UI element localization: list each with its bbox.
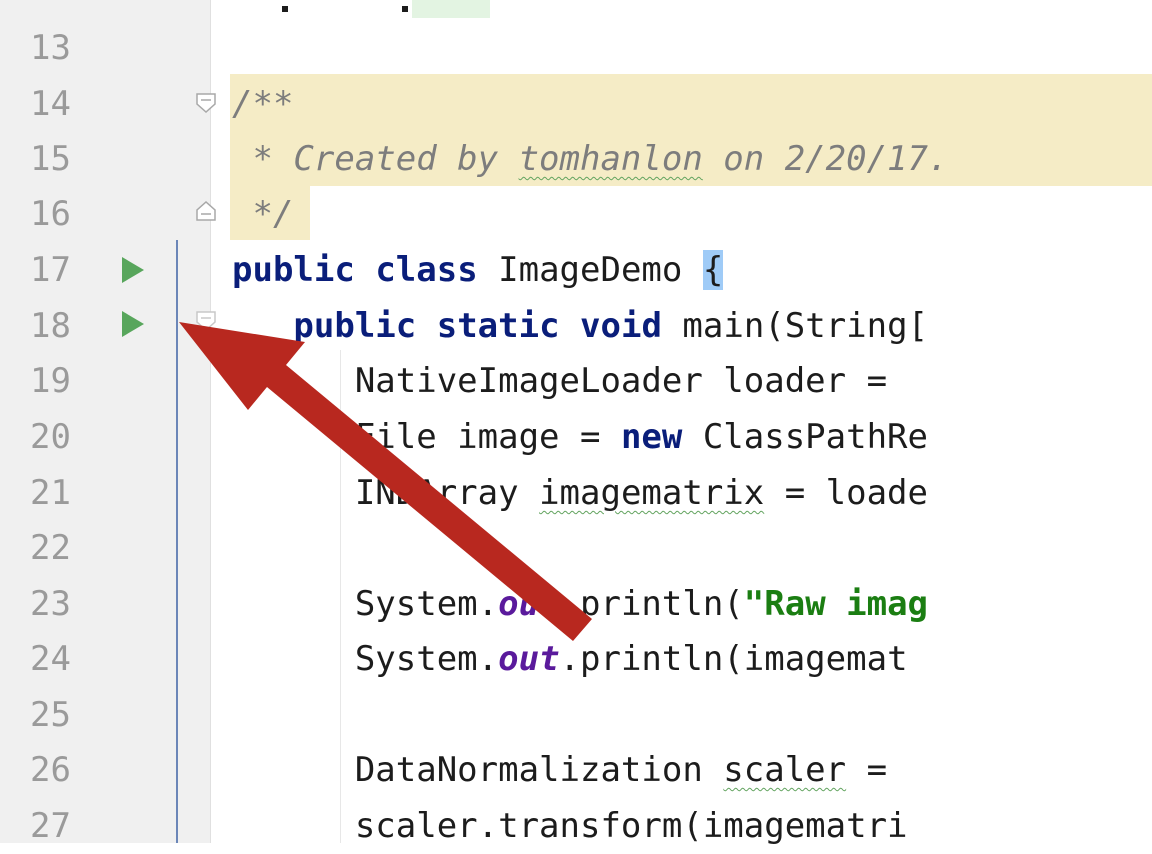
code-fragment xyxy=(282,6,288,12)
class-name: ImageDemo xyxy=(477,250,703,290)
run-marker-separator xyxy=(176,240,178,843)
code-fragment xyxy=(402,6,408,12)
line-number: 22 xyxy=(30,528,71,568)
code-line-23[interactable]: System.out.println("Raw imag xyxy=(232,576,928,632)
keyword: class xyxy=(375,250,478,290)
fold-collapse-icon[interactable] xyxy=(195,92,217,114)
comment-text: * Created by xyxy=(232,139,519,179)
gutter-separator xyxy=(210,0,211,843)
comment-text: */ xyxy=(232,194,294,234)
code-text: scaler.transform(imagematri xyxy=(354,806,908,846)
line-number: 13 xyxy=(30,28,71,68)
fold-collapse-icon[interactable] xyxy=(195,310,217,332)
code-line-18[interactable]: public static void main(String[ xyxy=(232,298,928,354)
code-line-21[interactable]: INDArray imagematrix = loade xyxy=(232,465,928,521)
code-text: INDArray xyxy=(354,473,540,513)
line-number: 19 xyxy=(30,361,71,401)
code-text: System. xyxy=(354,584,499,624)
code-text: ClassPathRe xyxy=(682,417,928,457)
static-field: out xyxy=(498,639,560,679)
line-number: 17 xyxy=(30,250,71,290)
code-text: System. xyxy=(354,639,499,679)
line-number: 25 xyxy=(30,695,71,735)
code-text: File image = xyxy=(354,417,621,457)
line-number: 18 xyxy=(30,306,71,346)
string-literal: "Raw imag xyxy=(743,584,929,624)
brace-match: { xyxy=(702,250,724,290)
line-number: 21 xyxy=(30,473,71,513)
line-number: 26 xyxy=(30,750,71,790)
line-number: 20 xyxy=(30,417,71,457)
variable-name: imagematrix xyxy=(539,473,765,513)
line-number: 23 xyxy=(30,584,71,624)
comment-author: tomhanlon xyxy=(518,139,703,179)
code-line-24[interactable]: System.out.println(imagemat xyxy=(232,631,908,687)
keyword: public xyxy=(232,250,355,290)
code-line-27[interactable]: scaler.transform(imagematri xyxy=(232,798,908,854)
code-line-14[interactable]: /** xyxy=(232,76,293,132)
code-line-26[interactable]: DataNormalization scaler = xyxy=(232,742,908,798)
code-line-15[interactable]: * Created by tomhanlon on 2/20/17. xyxy=(232,131,948,187)
line-number: 15 xyxy=(30,139,71,179)
fold-end-icon[interactable] xyxy=(195,200,217,222)
comment-text: /** xyxy=(232,84,294,124)
line-number: 27 xyxy=(30,806,71,846)
code-text: .println( xyxy=(559,584,744,624)
keyword: new xyxy=(620,417,683,457)
code-text: NativeImageLoader loader = xyxy=(354,361,908,401)
line-number: 16 xyxy=(30,194,71,234)
code-text: DataNormalization xyxy=(354,750,724,790)
code-line-17[interactable]: public class ImageDemo { xyxy=(232,242,724,298)
line-number: 14 xyxy=(30,84,71,124)
keyword: public xyxy=(293,306,417,346)
method-signature: main(String[ xyxy=(661,306,929,346)
comment-text: on 2/20/17. xyxy=(702,139,949,179)
variable-name: scaler xyxy=(723,750,847,790)
code-text: = loade xyxy=(764,473,928,513)
code-line-19[interactable]: NativeImageLoader loader = xyxy=(232,353,908,409)
code-text: .println(imagemat xyxy=(559,639,908,679)
keyword: static xyxy=(436,306,560,346)
run-icon[interactable] xyxy=(122,257,144,283)
code-fragment xyxy=(412,0,490,18)
code-line-16[interactable]: */ xyxy=(232,186,293,242)
code-text: = xyxy=(846,750,908,790)
line-number: 24 xyxy=(30,639,71,679)
code-line-20[interactable]: File image = new ClassPathRe xyxy=(232,409,928,465)
keyword: void xyxy=(580,306,662,346)
run-icon[interactable] xyxy=(122,311,144,337)
static-field: out xyxy=(498,584,560,624)
